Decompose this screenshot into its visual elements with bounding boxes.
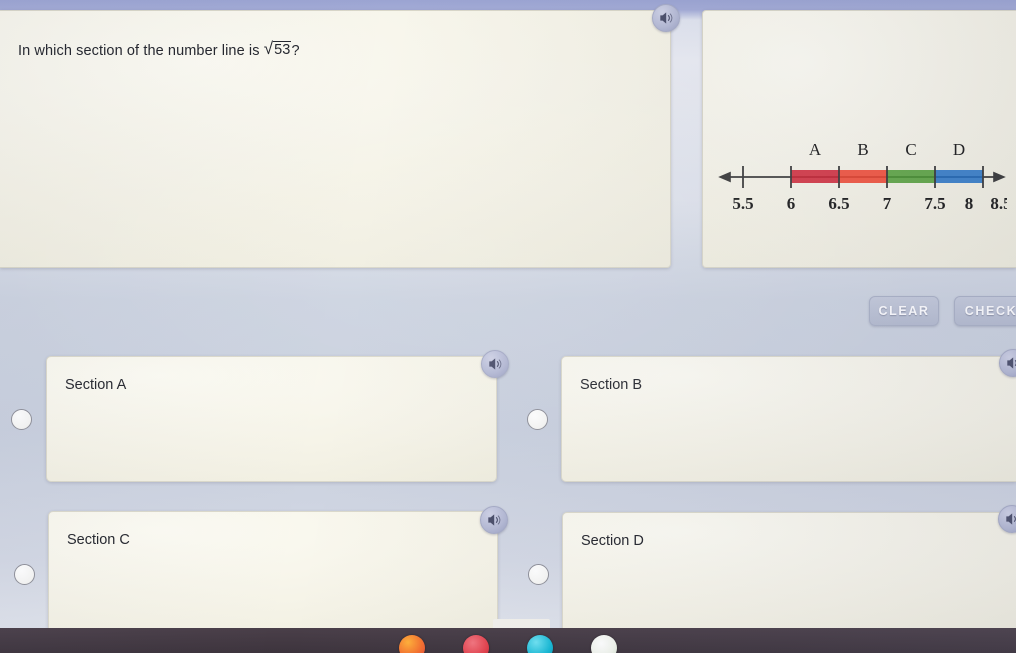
speaker-icon xyxy=(489,358,502,370)
tick-label-5: 8 xyxy=(965,194,974,213)
radicand: 53 xyxy=(273,41,292,58)
clear-button[interactable]: CLEAR xyxy=(869,296,939,326)
segment-letter-d: D xyxy=(953,140,965,159)
speaker-icon-choice-a[interactable] xyxy=(481,350,509,378)
choice-card-d[interactable]: Section D xyxy=(562,512,1016,638)
figure-card: A B C D 5.5 6 6.5 7 7.5 8 8.5 xyxy=(702,10,1016,268)
question-text: In which section of the number line is √… xyxy=(18,39,300,59)
speaker-icon xyxy=(1007,357,1016,369)
choice-label-c: Section C xyxy=(67,532,130,548)
question-prefix: In which section of the number line is xyxy=(18,43,264,59)
tick-label-6: 8.5 xyxy=(990,194,1007,213)
speaker-icon xyxy=(1006,513,1016,525)
speaker-icon-choice-c[interactable] xyxy=(480,506,508,534)
number-line-tick-labels: 5.5 6 6.5 7 7.5 8 8.5 xyxy=(732,194,1007,213)
speaker-icon-question[interactable] xyxy=(652,4,680,32)
choice-card-a[interactable]: Section A xyxy=(46,356,497,482)
dock-icon-white[interactable] xyxy=(591,635,617,653)
speaker-icon xyxy=(488,514,501,526)
segment-b-bar xyxy=(839,170,887,183)
page-edge-tab xyxy=(493,619,550,628)
segment-c-bar xyxy=(887,170,935,183)
dock-icon-orange[interactable] xyxy=(399,635,425,653)
dock-icon-red[interactable] xyxy=(463,635,489,653)
question-card: In which section of the number line is √… xyxy=(0,10,671,268)
speaker-icon xyxy=(660,12,673,24)
bottom-dock-bar xyxy=(0,628,1016,653)
tick-label-3: 7 xyxy=(883,194,892,213)
question-suffix: ? xyxy=(291,43,300,59)
segment-letter-labels: A B C D xyxy=(809,140,965,159)
tick-label-4: 7.5 xyxy=(924,194,945,213)
choice-label-d: Section D xyxy=(581,533,644,549)
choice-card-b[interactable]: Section B xyxy=(561,356,1016,482)
tick-label-1: 6 xyxy=(787,194,796,213)
segment-letter-c: C xyxy=(905,140,916,159)
segment-letter-b: B xyxy=(857,140,868,159)
choice-card-c[interactable]: Section C xyxy=(48,511,498,637)
choice-label-a: Section A xyxy=(65,377,127,393)
choice-label-b: Section B xyxy=(580,377,643,393)
segment-letter-a: A xyxy=(809,140,822,159)
square-root-expression: √ 53 xyxy=(263,39,292,59)
tick-label-2: 6.5 xyxy=(828,194,849,213)
radio-choice-d[interactable] xyxy=(528,564,549,585)
tick-label-0: 5.5 xyxy=(732,194,753,213)
radio-choice-a[interactable] xyxy=(11,409,32,430)
check-button[interactable]: CHECK xyxy=(954,296,1016,326)
app-screen: In which section of the number line is √… xyxy=(0,0,1016,653)
radical-sign: √ xyxy=(263,39,274,58)
dock-icon-cyan[interactable] xyxy=(527,635,553,653)
segment-a-bar xyxy=(791,170,839,183)
radio-choice-c[interactable] xyxy=(14,564,35,585)
radio-choice-b[interactable] xyxy=(527,409,548,430)
segment-d-bar xyxy=(935,170,983,183)
number-line-diagram: A B C D 5.5 6 6.5 7 7.5 8 8.5 xyxy=(718,140,1007,213)
